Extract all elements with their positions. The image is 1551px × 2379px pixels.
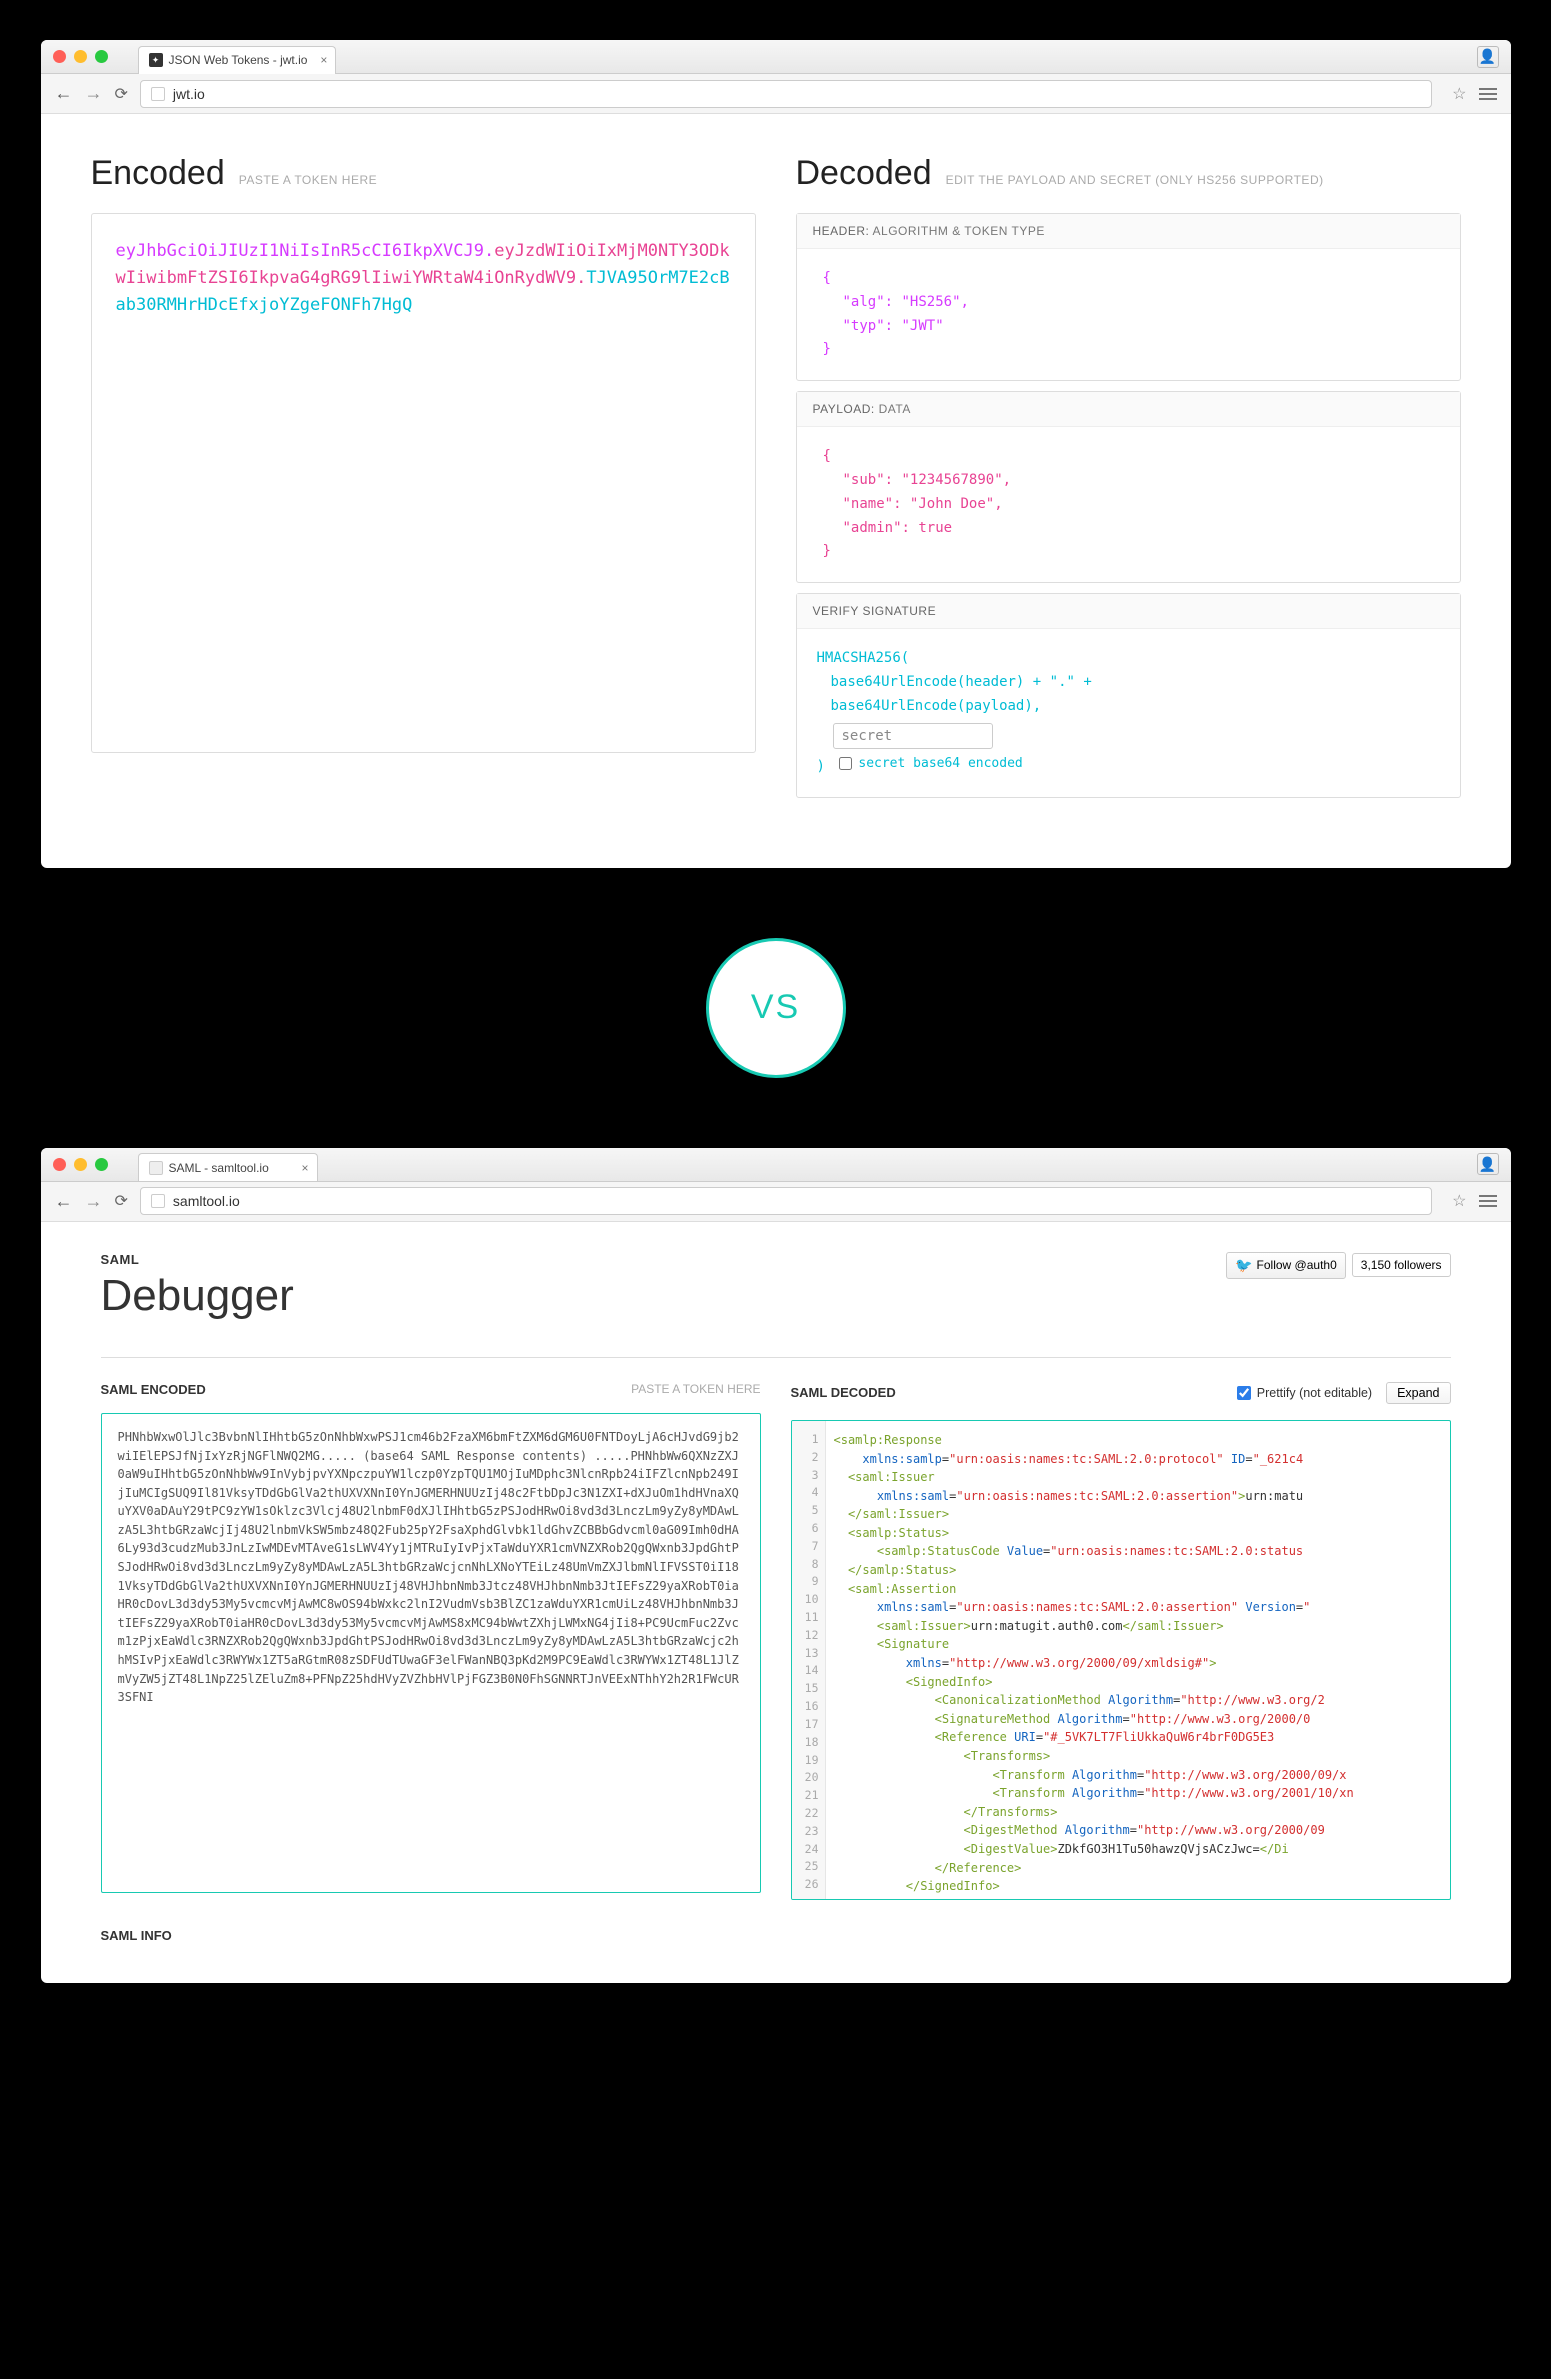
saml-encoded-title: SAML ENCODED [101,1382,206,1397]
jwt-titlebar: ✦ JSON Web Tokens - jwt.io × 👤 [41,40,1511,74]
prettify-checkbox[interactable] [1237,1386,1251,1400]
payload-section: PAYLOAD: DATA { "sub": "1234567890", "na… [796,391,1461,583]
payload-json-editor[interactable]: { "sub": "1234567890", "name": "John Doe… [797,427,1460,582]
vs-badge: VS [706,938,846,1078]
jwt-browser-window: ✦ JSON Web Tokens - jwt.io × 👤 ← → ⟳ jwt… [41,40,1511,868]
follower-count: 3,150 followers [1352,1253,1451,1277]
token-header-segment: eyJhbGciOiJIUzI1NiIsInR5cCI6IkpXVCJ9 [116,241,484,261]
encoded-title: Encoded [91,154,225,193]
close-tab-icon[interactable]: × [320,53,327,67]
base64-checkbox-label[interactable]: secret base64 encoded [839,753,1022,775]
saml-decoded-column: SAML DECODED Prettify (not editable) Exp… [791,1382,1451,1900]
close-window-button[interactable] [53,1158,66,1171]
jwt-toolbar: ← → ⟳ jwt.io ☆ [41,74,1511,114]
minimize-window-button[interactable] [74,1158,87,1171]
jwt-url: jwt.io [173,86,205,102]
saml-favicon-icon [149,1161,163,1175]
forward-button[interactable]: → [85,83,103,104]
prettify-toggle[interactable]: Prettify (not editable) [1237,1386,1372,1400]
decoded-column: Decoded EDIT THE PAYLOAD AND SECRET (ONL… [796,154,1461,808]
back-button[interactable]: ← [55,83,73,104]
page-icon [151,1194,165,1208]
reload-button[interactable]: ⟳ [115,84,128,104]
close-tab-icon[interactable]: × [301,1161,308,1175]
close-window-button[interactable] [53,50,66,63]
saml-title: Debugger [101,1271,294,1321]
saml-decoded-viewer[interactable]: 1234567891011121314151617181920212223242… [791,1420,1451,1900]
saml-encoded-column: SAML ENCODED PASTE A TOKEN HERE PHNhbWxw… [101,1382,761,1900]
maximize-window-button[interactable] [95,50,108,63]
address-bar[interactable]: jwt.io [140,80,1432,108]
line-gutter: 1234567891011121314151617181920212223242… [792,1421,826,1899]
saml-info-heading: SAML INFO [101,1928,1451,1943]
back-button[interactable]: ← [55,1191,73,1212]
maximize-window-button[interactable] [95,1158,108,1171]
browser-tab-saml[interactable]: SAML - samltool.io × [138,1153,318,1181]
divider [101,1357,1451,1358]
encoded-hint: PASTE A TOKEN HERE [239,173,377,187]
twitter-icon: 🐦 [1235,1257,1252,1274]
saml-url: samltool.io [173,1193,240,1209]
menu-icon[interactable] [1479,88,1497,100]
encoded-column: Encoded PASTE A TOKEN HERE eyJhbGciOiJIU… [91,154,756,808]
header-section: HEADER: ALGORITHM & TOKEN TYPE { "alg": … [796,213,1461,381]
browser-tab-jwt[interactable]: ✦ JSON Web Tokens - jwt.io × [138,46,337,74]
base64-checkbox[interactable] [839,757,852,770]
jwt-page: Encoded PASTE A TOKEN HERE eyJhbGciOiJIU… [41,114,1511,868]
header-section-sub: ALGORITHM & TOKEN TYPE [873,224,1045,238]
bookmark-icon[interactable]: ☆ [1452,1191,1466,1211]
payload-section-label: PAYLOAD: [813,402,875,416]
saml-titlebar: SAML - samltool.io × 👤 [41,1148,1511,1182]
header-json-display[interactable]: { "alg": "HS256", "typ": "JWT" } [797,249,1460,380]
minimize-window-button[interactable] [74,50,87,63]
decoded-title: Decoded [796,154,932,193]
vs-divider: VS [40,938,1511,1078]
saml-encoded-hint: PASTE A TOKEN HERE [631,1382,760,1396]
saml-toolbar: ← → ⟳ samltool.io ☆ [41,1182,1511,1222]
signature-section-label: VERIFY SIGNATURE [813,604,937,618]
follow-button[interactable]: 🐦 Follow @auth0 [1226,1252,1346,1279]
saml-decoded-title: SAML DECODED [791,1385,896,1400]
jwt-tab-title: JSON Web Tokens - jwt.io [169,53,308,67]
saml-sup-title: SAML [101,1252,294,1267]
decoded-hint: EDIT THE PAYLOAD AND SECRET (ONLY HS256 … [946,173,1324,187]
encoded-token-input[interactable]: eyJhbGciOiJIUzI1NiIsInR5cCI6IkpXVCJ9.eyJ… [91,213,756,753]
saml-xml-code: <samlp:Response xmlns:samlp="urn:oasis:n… [826,1421,1362,1899]
payload-section-sub: DATA [879,402,911,416]
follow-widget: 🐦 Follow @auth0 3,150 followers [1226,1252,1450,1279]
address-bar[interactable]: samltool.io [140,1187,1432,1215]
saml-page: SAML Debugger 🐦 Follow @auth0 3,150 foll… [41,1222,1511,1983]
saml-tab-title: SAML - samltool.io [169,1161,269,1175]
profile-icon[interactable]: 👤 [1477,1153,1499,1175]
secret-input[interactable] [833,723,993,749]
signature-display: HMACSHA256( base64UrlEncode(header) + ".… [797,629,1460,797]
menu-icon[interactable] [1479,1195,1497,1207]
jwt-favicon-icon: ✦ [149,53,163,67]
expand-button[interactable]: Expand [1386,1382,1450,1404]
window-controls [53,1158,108,1171]
window-controls [53,50,108,63]
saml-encoded-input[interactable]: PHNhbWxwOlJlc3BvbnNlIHhtbG5zOnNhbWxwPSJ1… [101,1413,761,1893]
profile-icon[interactable]: 👤 [1477,46,1499,68]
header-section-label: HEADER: [813,224,870,238]
forward-button[interactable]: → [85,1191,103,1212]
reload-button[interactable]: ⟳ [115,1191,128,1211]
saml-browser-window: SAML - samltool.io × 👤 ← → ⟳ samltool.io… [41,1148,1511,1983]
bookmark-icon[interactable]: ☆ [1452,84,1466,104]
page-icon [151,87,165,101]
signature-section: VERIFY SIGNATURE HMACSHA256( base64UrlEn… [796,593,1461,798]
